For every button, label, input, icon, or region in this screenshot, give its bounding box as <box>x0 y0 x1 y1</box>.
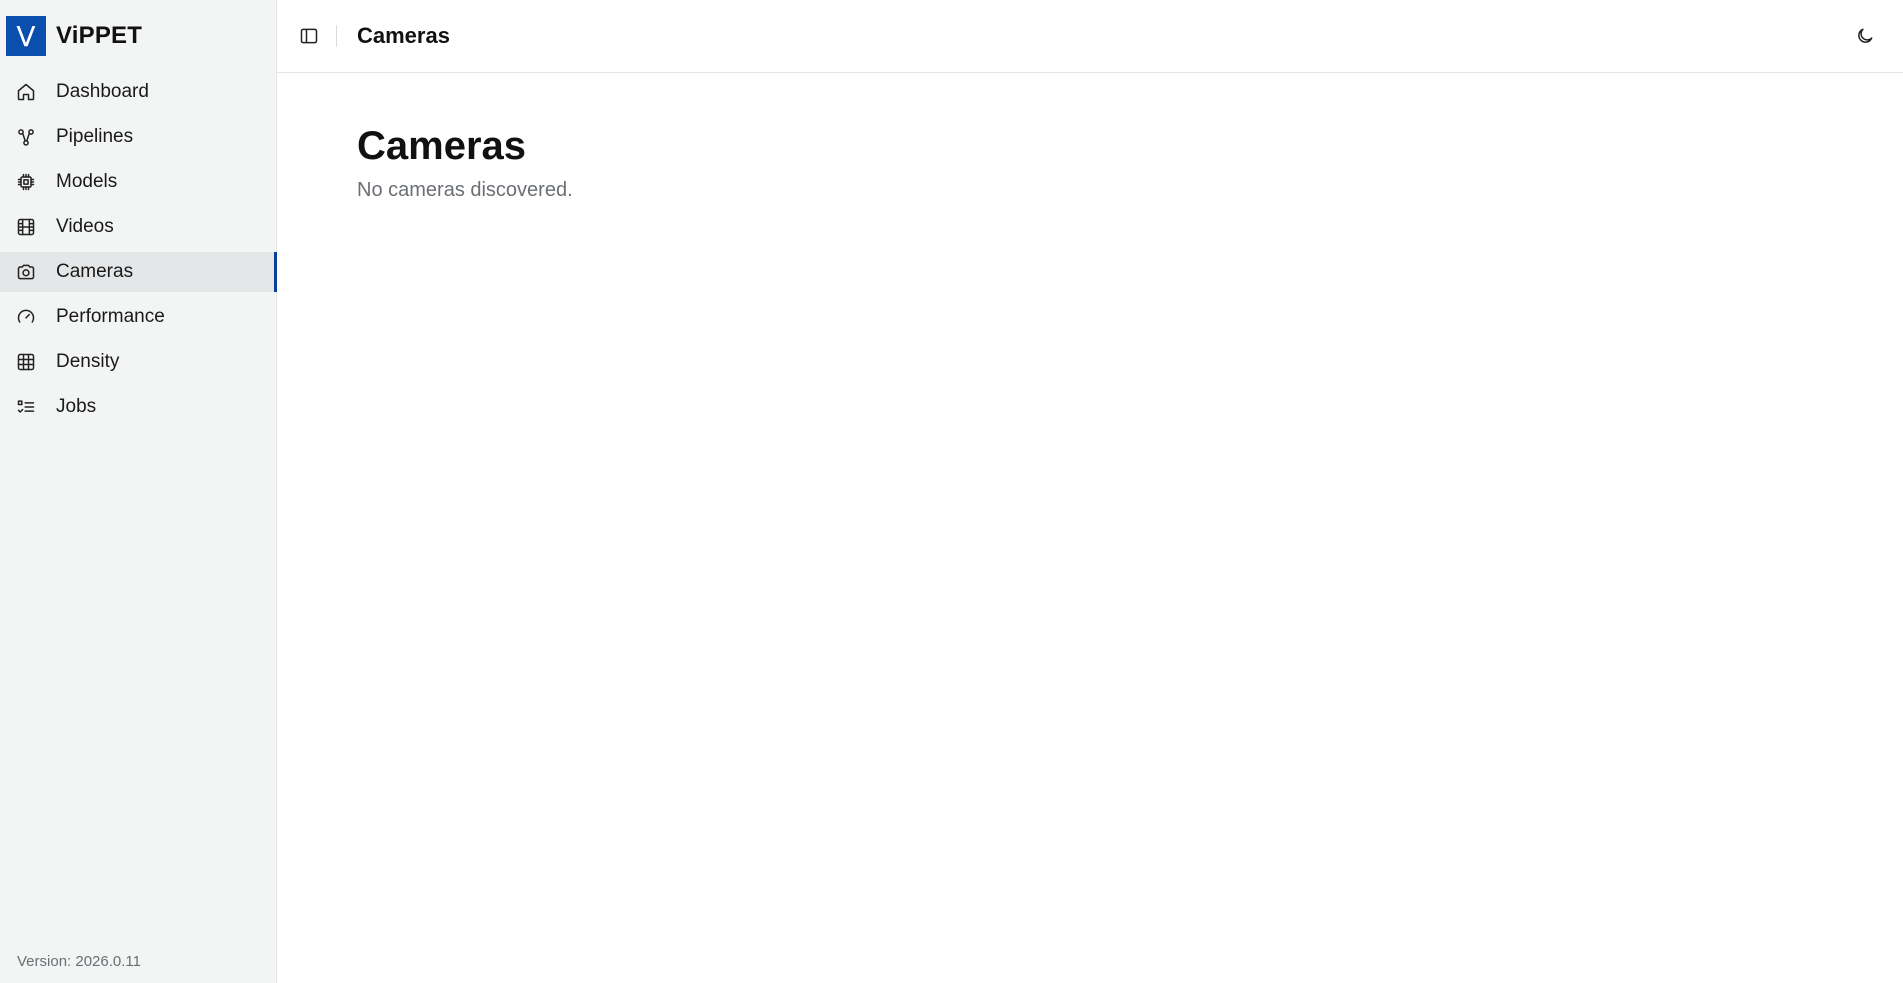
sidebar-toggle-button[interactable] <box>297 24 321 48</box>
film-icon <box>16 217 36 237</box>
header-title: Cameras <box>357 23 450 48</box>
sidebar-toggle-icon <box>299 26 319 46</box>
sidebar-item-label: Performance <box>56 306 165 327</box>
page-title: Cameras <box>357 124 527 168</box>
version-text: Version: 2026.0.11 <box>17 953 141 970</box>
sidebar-item-label: Cameras <box>56 261 134 282</box>
home-icon <box>16 82 36 102</box>
gauge-icon <box>16 307 36 327</box>
brand-logo: V <box>6 16 46 56</box>
app-root: V ViPPET Dashboard Pipelines Models Vide… <box>0 0 1903 983</box>
brand[interactable]: V ViPPET <box>0 0 276 72</box>
sidebar: V ViPPET Dashboard Pipelines Models Vide… <box>0 0 277 983</box>
list-check-icon <box>16 397 36 417</box>
sidebar-item-cameras[interactable]: Cameras <box>0 252 277 292</box>
sidebar-item-label: Videos <box>56 216 114 237</box>
sidebar-item-label: Models <box>56 171 118 192</box>
brand-name: ViPPET <box>56 22 143 49</box>
camera-icon <box>16 262 36 282</box>
pipeline-icon <box>16 127 36 147</box>
theme-toggle-button[interactable] <box>1853 24 1877 48</box>
sidebar-item-label: Density <box>56 351 120 372</box>
sidebar-item-label: Dashboard <box>56 81 149 102</box>
sidebar-item-label: Jobs <box>56 396 97 417</box>
page-content: Cameras No cameras discovered. <box>277 73 1903 202</box>
empty-state-message: No cameras discovered. <box>357 179 573 201</box>
topbar: Cameras <box>277 0 1903 73</box>
sidebar-item-label: Pipelines <box>56 126 134 147</box>
moon-icon <box>1855 26 1875 46</box>
sidebar-item-pipelines[interactable]: Pipelines <box>0 117 276 157</box>
header-divider <box>336 25 337 47</box>
chip-icon <box>16 172 36 192</box>
sidebar-nav: Dashboard Pipelines Models Videos Camera… <box>0 72 277 427</box>
sidebar-item-dashboard[interactable]: Dashboard <box>0 72 276 112</box>
sidebar-item-jobs[interactable]: Jobs <box>0 387 276 427</box>
sidebar-item-models[interactable]: Models <box>0 162 276 202</box>
grid-icon <box>16 352 36 372</box>
sidebar-item-videos[interactable]: Videos <box>0 207 276 247</box>
main-area: Cameras Cameras No cameras discovered. <box>277 0 1903 983</box>
sidebar-item-density[interactable]: Density <box>0 342 276 382</box>
sidebar-item-performance[interactable]: Performance <box>0 297 276 337</box>
